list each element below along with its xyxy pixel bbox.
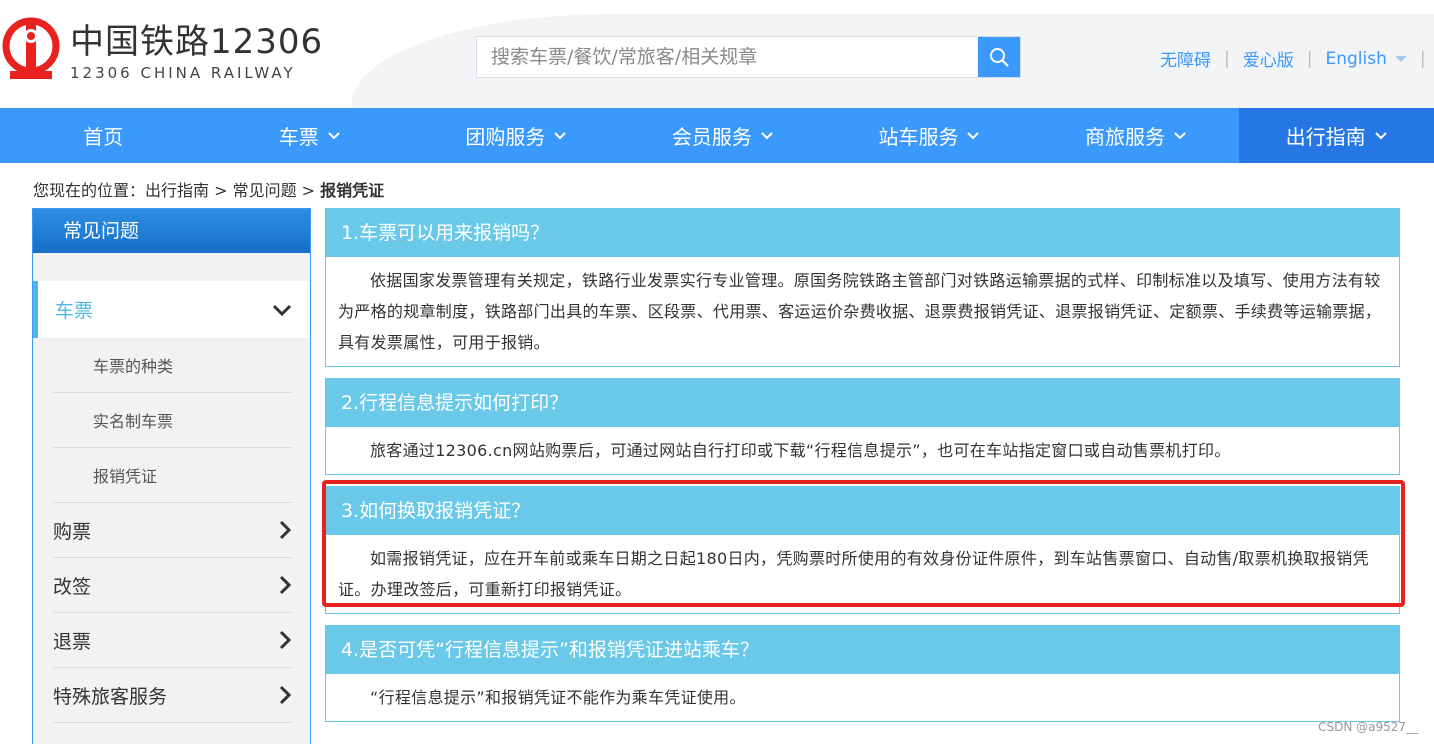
sidebar-subitem-label: 车票的种类	[93, 357, 174, 376]
site-header: 中国铁路12306 12306 CHINA RAILWAY 无障碍 | 爱心版 …	[0, 0, 1434, 108]
railway-logo-icon[interactable]	[0, 16, 62, 86]
highlight-box	[322, 480, 1405, 607]
chevron-right-icon	[279, 575, 292, 595]
sidebar-item-label: 购票	[53, 520, 92, 543]
accessibility-link[interactable]: 无障碍	[1160, 46, 1211, 71]
nav-label: 会员服务	[671, 125, 752, 149]
chevron-down-icon	[553, 131, 567, 141]
qa-title: 1.车票可以用来报销吗？	[326, 209, 1399, 257]
language-label: English	[1325, 48, 1387, 69]
qa-title: 2.行程信息提示如何打印？	[326, 379, 1399, 427]
qa-panel: 2.行程信息提示如何打印？ 旅客通过12306.cn网站购票后，可通过网站自行打…	[325, 378, 1400, 475]
watermark: CSDN @a9527__	[1318, 720, 1418, 734]
qa-answer: “行程信息提示”和报销凭证不能作为乘车凭证使用。	[370, 688, 746, 707]
chevron-down-icon	[272, 304, 292, 316]
search-box	[476, 36, 1021, 78]
nav-label: 出行指南	[1285, 125, 1366, 149]
nav-label: 团购服务	[465, 125, 546, 149]
nav-label: 站车服务	[878, 125, 959, 149]
sidebar-item-refund[interactable]: 退票	[53, 613, 292, 668]
brand-name-en: 12306 CHINA RAILWAY	[70, 64, 296, 82]
chevron-right-icon	[279, 630, 292, 650]
sidebar-item-purchase[interactable]: 购票	[53, 503, 292, 558]
nav-member-services[interactable]: 会员服务	[620, 108, 827, 163]
chevron-right-icon	[279, 520, 292, 540]
sidebar-item-tickets[interactable]: 车票	[33, 281, 310, 338]
sidebar-subitem-real-name[interactable]: 实名制车票	[53, 393, 292, 448]
brand-name-cn: 中国铁路12306	[70, 22, 324, 62]
qa-panel: 4.是否可凭“行程信息提示”和报销凭证进站乘车？ “行程信息提示”和报销凭证不能…	[325, 625, 1400, 722]
qa-answer: 旅客通过12306.cn网站购票后，可通过网站自行打印或下载“行程信息提示”，也…	[370, 441, 1231, 460]
nav-station-services[interactable]: 站车服务	[826, 108, 1033, 163]
caret-down-icon	[1394, 55, 1407, 62]
chevron-down-icon	[1374, 131, 1388, 141]
qa-title: 4.是否可凭“行程信息提示”和报销凭证进站乘车？	[326, 626, 1399, 674]
qa-panel: 1.车票可以用来报销吗？ 依据国家发票管理有关规定，铁路行业发票实行专业管理。原…	[325, 208, 1400, 367]
search-button[interactable]	[978, 37, 1020, 77]
sidebar-subitem-label: 报销凭证	[93, 467, 158, 486]
faq-sidebar: 常见问题 车票 车票的种类 实名制车票 报销凭证 购票 改签 退票 特殊旅客服务	[32, 208, 311, 744]
nav-group-services[interactable]: 团购服务	[413, 108, 620, 163]
link-separator: |	[1224, 48, 1230, 69]
chevron-down-icon	[1173, 131, 1187, 141]
search-input[interactable]	[477, 37, 978, 77]
link-separator: |	[1306, 48, 1313, 69]
chevron-right-icon	[279, 685, 292, 705]
sidebar-item-label: 退票	[53, 630, 92, 653]
sidebar-item-label: 特殊旅客服务	[53, 685, 168, 708]
chevron-down-icon	[760, 131, 774, 141]
nav-business-services[interactable]: 商旅服务	[1033, 108, 1240, 163]
breadcrumb-current: 报销凭证	[320, 181, 385, 200]
sidebar-item-change[interactable]: 改签	[53, 558, 292, 613]
sidebar-subitem-ticket-types[interactable]: 车票的种类	[53, 338, 292, 393]
care-version-link[interactable]: 爱心版	[1243, 46, 1294, 71]
sidebar-subitem-label: 实名制车票	[93, 412, 174, 431]
nav-label: 商旅服务	[1085, 125, 1165, 149]
nav-label: 首页	[83, 125, 124, 149]
breadcrumb: 您现在的位置：出行指南 > 常见问题 > 报销凭证	[33, 177, 384, 201]
nav-home[interactable]: 首页	[0, 108, 207, 163]
link-separator: |	[1419, 48, 1426, 69]
nav-tickets[interactable]: 车票	[207, 108, 414, 163]
nav-travel-guide[interactable]: 出行指南	[1239, 108, 1434, 163]
main-nav: 首页 车票 团购服务 会员服务 站车服务 商旅服务 出行指南	[0, 108, 1434, 163]
search-icon	[990, 48, 1009, 67]
top-links: 无障碍 | 爱心版 | English |	[1160, 46, 1434, 72]
sidebar-item-label: 改签	[53, 575, 92, 598]
qa-answer: 依据国家发票管理有关规定，铁路行业发票实行专业管理。原国务院铁路主管部门对铁路运…	[338, 271, 1382, 352]
brand[interactable]: 中国铁路12306 12306 CHINA RAILWAY	[70, 22, 323, 82]
nav-label: 车票	[278, 125, 319, 149]
sidebar-item-label: 车票	[55, 300, 94, 322]
chevron-down-icon	[966, 131, 980, 141]
language-select[interactable]: English	[1325, 48, 1407, 69]
sidebar-title: 常见问题	[33, 209, 310, 253]
breadcrumb-path[interactable]: 您现在的位置：出行指南 > 常见问题 >	[33, 181, 320, 200]
sidebar-item-special-passengers[interactable]: 特殊旅客服务	[53, 668, 292, 723]
sidebar-subitem-reimbursement[interactable]: 报销凭证	[53, 448, 292, 503]
chevron-down-icon	[327, 131, 341, 141]
